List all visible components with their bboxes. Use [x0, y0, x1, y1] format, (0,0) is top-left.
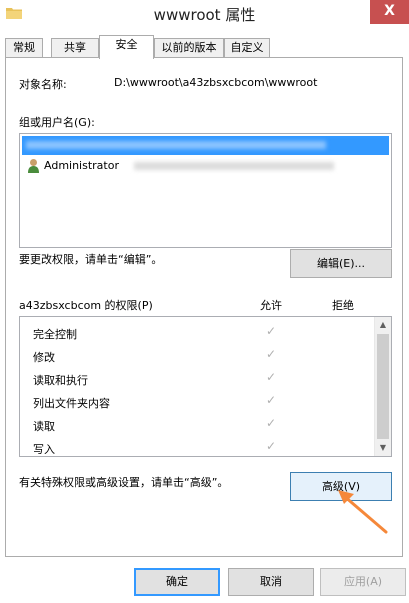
permissions-header: a43zbsxcbcom 的权限(P): [19, 299, 153, 312]
user-row[interactable]: Administrator: [22, 157, 389, 176]
allow-header: 允许: [260, 299, 282, 312]
tab-sharing[interactable]: 共享: [51, 38, 99, 58]
apply-button[interactable]: 应用(A): [320, 568, 406, 596]
redacted-user-name: [26, 141, 326, 149]
allow-check-icon: ✓: [266, 370, 277, 384]
close-button[interactable]: X: [370, 0, 409, 24]
allow-check-icon: ✓: [266, 439, 277, 453]
selected-user-row[interactable]: [22, 136, 389, 155]
allow-check-icon: ✓: [266, 347, 277, 361]
tab-security[interactable]: 安全: [99, 35, 154, 59]
permissions-listbox[interactable]: 完全控制 ✓ 修改 ✓ 读取和执行 ✓ 列出文件夹内容 ✓ 读取 ✓ 写入 ✓ …: [19, 316, 392, 457]
permission-name: 完全控制: [33, 328, 77, 341]
allow-check-icon: ✓: [266, 393, 277, 407]
permission-name: 读取和执行: [33, 374, 88, 387]
advanced-hint: 有关特殊权限或高级设置，请单击“高级”。: [19, 476, 229, 489]
cancel-button[interactable]: 取消: [228, 568, 314, 596]
users-listbox[interactable]: Administrator: [19, 133, 392, 248]
title-bar: wwwroot 属性 X: [0, 0, 409, 30]
edit-button[interactable]: 编辑(E)...: [290, 249, 392, 278]
permission-name: 修改: [33, 351, 55, 364]
window-title: wwwroot 属性: [153, 6, 256, 24]
edit-hint: 要更改权限，请单击“编辑”。: [19, 253, 163, 266]
allow-check-icon: ✓: [266, 324, 277, 338]
redacted-user-domain: [134, 162, 334, 170]
groups-label: 组或用户名(G):: [19, 116, 95, 129]
deny-header: 拒绝: [332, 299, 354, 312]
permission-name: 列出文件夹内容: [33, 397, 110, 410]
tab-customize[interactable]: 自定义: [224, 38, 270, 58]
user-icon: [28, 159, 39, 173]
permissions-scrollbar[interactable]: ▲ ▼: [374, 317, 391, 456]
pointer-arrow-icon: [338, 490, 388, 534]
permission-name: 写入: [33, 443, 55, 456]
permission-name: 读取: [33, 420, 55, 433]
tab-general[interactable]: 常规: [5, 38, 43, 58]
object-name-value: D:\wwwroot\a43zbsxcbcom\wwwroot: [114, 76, 318, 89]
tab-previous-versions[interactable]: 以前的版本: [154, 38, 224, 58]
ok-button[interactable]: 确定: [134, 568, 220, 596]
user-name: Administrator: [44, 159, 119, 172]
security-panel: 对象名称: D:\wwwroot\a43zbsxcbcom\wwwroot 组或…: [5, 57, 403, 557]
scroll-thumb[interactable]: [377, 334, 389, 439]
scroll-down-icon[interactable]: ▼: [375, 440, 391, 456]
scroll-up-icon[interactable]: ▲: [375, 317, 391, 333]
object-name-label: 对象名称:: [19, 78, 67, 91]
allow-check-icon: ✓: [266, 416, 277, 430]
